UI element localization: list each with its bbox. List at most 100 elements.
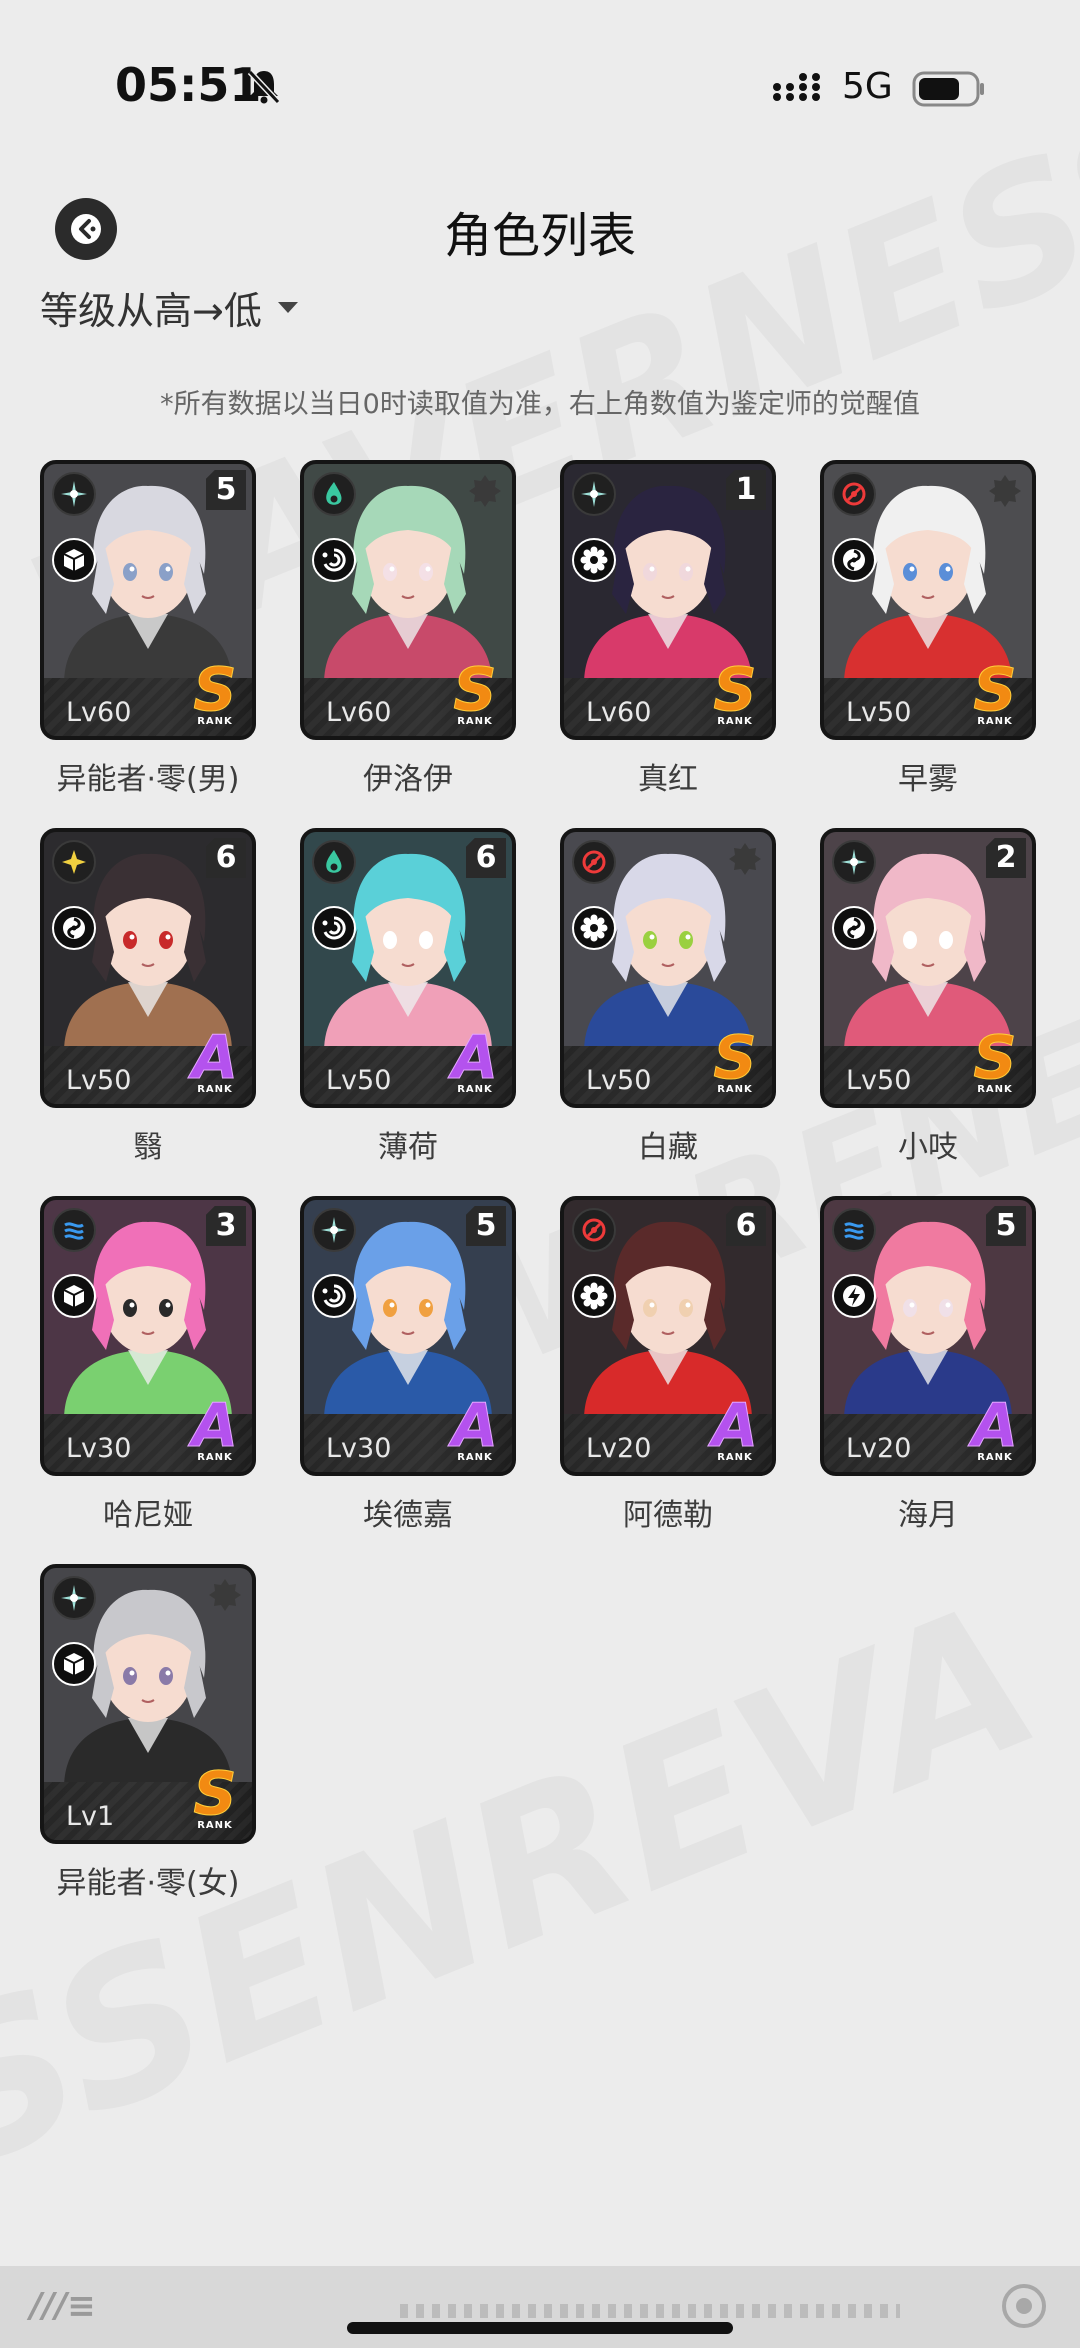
character-card[interactable]: Lv50 S RANK (560, 828, 776, 1108)
character-name: 埃德嘉 (363, 1498, 453, 1533)
eye-logo-icon (1002, 2284, 1046, 2328)
bolt-icon (832, 1274, 876, 1318)
star-yellow-icon (52, 840, 96, 884)
awaken-value: 1 (726, 470, 766, 510)
rank-letter: S (193, 655, 237, 725)
character-name: 小吱 (898, 1130, 958, 1165)
status-bar: 05:51 5G (0, 0, 1080, 170)
character-item[interactable]: 3 Lv30 A RANK 哈尼娅 (40, 1196, 256, 1534)
rank-badge: A RANK (184, 1023, 246, 1100)
rank-letter: A (191, 1391, 239, 1461)
character-item[interactable]: Lv1 S RANK 异能者·零(女) (40, 1564, 256, 1902)
character-name: 异能者·零(男) (56, 762, 240, 797)
rank-letter: S (453, 655, 497, 725)
awaken-value: 5 (466, 1206, 506, 1246)
character-item[interactable]: 6 Lv50 A RANK 翳 (40, 828, 256, 1166)
awaken-empty-icon (209, 1579, 241, 1611)
awaken-value: 5 (986, 1206, 1026, 1246)
shine-icon (832, 840, 876, 884)
notice-text: *所有数据以当日0时读取值为准，右上角数值为鉴定师的觉醒值 (160, 389, 920, 420)
character-item[interactable]: 6 Lv50 A RANK 薄荷 (300, 828, 516, 1166)
vortex-icon (52, 906, 96, 950)
character-level: Lv20 (586, 1433, 652, 1464)
rank-badge: S RANK (444, 655, 506, 732)
character-level: Lv50 (586, 1065, 652, 1096)
bottom-bar: ///≡ (0, 2266, 1080, 2348)
character-item[interactable]: 6 Lv20 A RANK 阿德勒 (560, 1196, 776, 1534)
character-card[interactable]: Lv60 S RANK (300, 460, 516, 740)
character-card[interactable]: 5 Lv60 S RANK (40, 460, 256, 740)
bell-muted-icon (247, 69, 281, 105)
awaken-empty-icon (989, 475, 1021, 507)
character-level: Lv60 (586, 697, 652, 728)
sort-label: 等级从高→低 (40, 289, 262, 333)
character-card[interactable]: 5 Lv20 A RANK (820, 1196, 1036, 1476)
awaken-value: 3 (206, 1206, 246, 1246)
character-card[interactable]: 6 Lv50 A RANK (300, 828, 516, 1108)
awaken-value: 6 (206, 838, 246, 878)
character-item[interactable]: 1 Lv60 S RANK 真红 (560, 460, 776, 798)
character-level: Lv30 (66, 1433, 132, 1464)
character-item[interactable]: 5 Lv20 A RANK 海月 (820, 1196, 1036, 1534)
rank-badge: S RANK (184, 1764, 246, 1836)
character-name: 薄荷 (378, 1130, 438, 1165)
battery-icon (912, 71, 984, 107)
character-card[interactable]: 6 Lv50 A RANK (40, 828, 256, 1108)
swirl-icon (312, 1274, 356, 1318)
character-name: 伊洛伊 (363, 762, 453, 797)
swirl-icon (312, 538, 356, 582)
character-level: Lv50 (326, 1065, 392, 1096)
character-card[interactable]: 1 Lv60 S RANK (560, 460, 776, 740)
character-card[interactable]: Lv1 S RANK (40, 1564, 256, 1844)
character-item[interactable]: Lv60 S RANK 伊洛伊 (300, 460, 516, 798)
character-card[interactable]: 3 Lv30 A RANK (40, 1196, 256, 1476)
rank-badge: A RANK (184, 1391, 246, 1468)
character-level: Lv50 (66, 1065, 132, 1096)
character-item[interactable]: 5 Lv30 A RANK 埃德嘉 (300, 1196, 516, 1534)
character-item[interactable]: 5 Lv60 S RANK 异能者·零(男) (40, 460, 256, 798)
character-card[interactable]: 6 Lv20 A RANK (560, 1196, 776, 1476)
character-name: 异能者·零(女) (56, 1866, 240, 1901)
rank-letter: A (451, 1023, 499, 1093)
rank-badge: A RANK (444, 1023, 506, 1100)
rank-badge: S RANK (704, 1023, 766, 1100)
character-name: 早雾 (898, 762, 958, 797)
awaken-value: 6 (726, 1206, 766, 1246)
character-level: Lv60 (326, 697, 392, 728)
rank-badge: A RANK (444, 1391, 506, 1468)
rank-letter: A (191, 1023, 239, 1093)
cube-icon (52, 1642, 96, 1686)
page-title: 角色列表 (443, 208, 636, 264)
bottom-logo: ///≡ (30, 2286, 96, 2326)
rank-letter: S (713, 1023, 757, 1093)
character-card[interactable]: Lv50 S RANK (820, 460, 1036, 740)
character-card[interactable]: 2 Lv50 S RANK (820, 828, 1036, 1108)
rank-letter: A (451, 1391, 499, 1461)
gear-icon (572, 906, 616, 950)
character-level: Lv30 (326, 1433, 392, 1464)
character-card[interactable]: 5 Lv30 A RANK (300, 1196, 516, 1476)
awaken-value: 6 (466, 838, 506, 878)
character-name: 真红 (638, 762, 698, 797)
rank-badge: S RANK (964, 660, 1026, 732)
character-item[interactable]: Lv50 S RANK 早雾 (820, 460, 1036, 798)
flame-green-icon (312, 472, 356, 516)
sort-dropdown[interactable]: 等级从高→低 (40, 280, 298, 335)
rank-letter: S (973, 1023, 1017, 1093)
character-item[interactable]: 2 Lv50 S RANK 小吱 (820, 828, 1036, 1166)
awaken-value: 5 (206, 470, 246, 510)
target-icon (572, 1208, 616, 1252)
character-name: 阿德勒 (623, 1498, 713, 1533)
awaken-value: 2 (986, 838, 1026, 878)
gear-icon (572, 1274, 616, 1318)
character-level: Lv1 (66, 1801, 115, 1832)
character-grid: 5 Lv60 S RANK 异能者·零(男) Lv60 S RANK 伊洛伊 1 Lv60 S RANK… (40, 460, 1040, 1902)
caret-down-icon (277, 302, 298, 313)
character-item[interactable]: Lv50 S RANK 白藏 (560, 828, 776, 1166)
home-indicator[interactable] (347, 2322, 733, 2334)
character-level: Lv20 (846, 1433, 912, 1464)
rank-badge: A RANK (964, 1396, 1026, 1468)
cube-icon (52, 538, 96, 582)
target-icon (832, 472, 876, 516)
character-name: 翳 (133, 1130, 163, 1165)
